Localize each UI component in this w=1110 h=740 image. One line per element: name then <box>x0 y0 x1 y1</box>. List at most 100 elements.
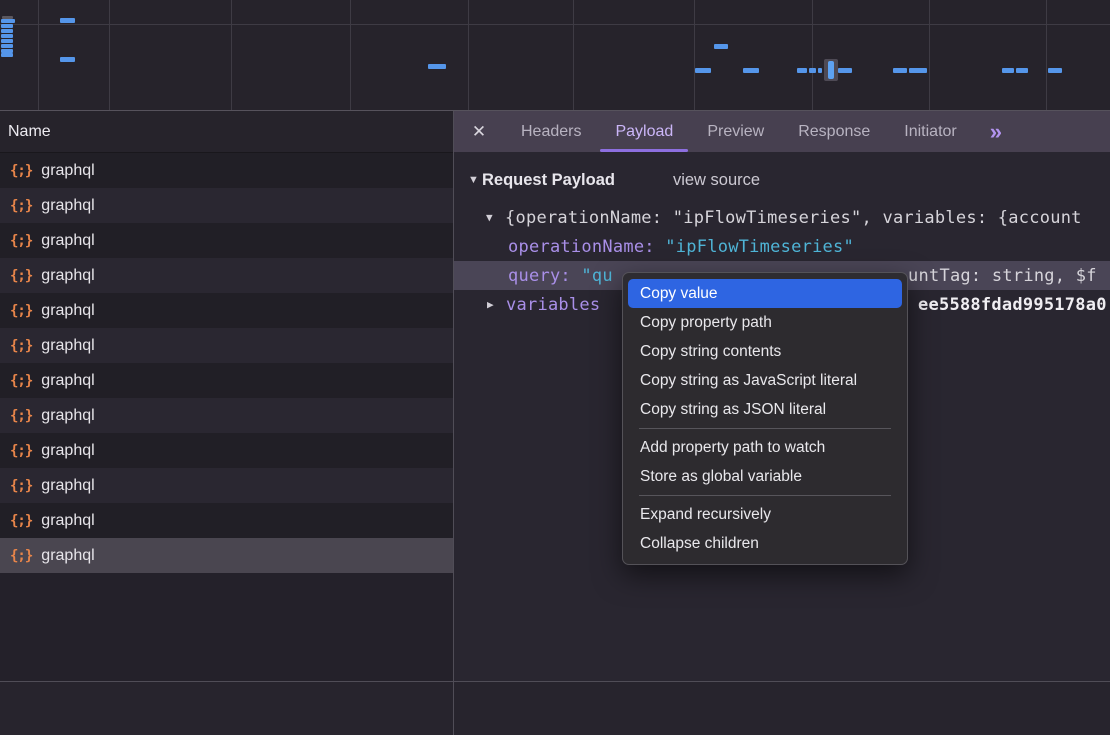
tab-payload[interactable]: Payload <box>598 111 690 152</box>
request-name: graphql <box>41 232 94 250</box>
timeline-request-bar <box>893 68 907 73</box>
request-row[interactable]: {;} graphql <box>0 363 453 398</box>
tab-headers[interactable]: Headers <box>504 111 598 152</box>
tree-row-operation-name[interactable]: operationName: "ipFlowTimeseries" <box>454 232 1110 261</box>
json-braces-icon: {;} <box>10 443 32 459</box>
close-detail-button[interactable]: ✕ <box>454 111 504 152</box>
collapse-arrow-icon[interactable]: ▶ <box>487 298 501 311</box>
request-list: {;} graphql {;} graphql {;} graphql {;} graphql… <box>0 153 453 573</box>
timeline-request-bar <box>60 57 75 62</box>
detail-tabs: HeadersPayloadPreviewResponseInitiator <box>504 111 974 152</box>
detail-panel-footer <box>454 681 1110 735</box>
timeline-request-bar <box>838 68 852 73</box>
tab-initiator[interactable]: Initiator <box>887 111 973 152</box>
menu-item-add-property-path-to-watch[interactable]: Add property path to watch <box>628 433 902 462</box>
request-row[interactable]: {;} graphql <box>0 153 453 188</box>
expand-arrow-icon[interactable]: ▼ <box>486 211 500 224</box>
json-braces-icon: {;} <box>10 198 32 214</box>
timeline-gridline <box>929 0 930 110</box>
chevron-double-right-icon: » <box>990 119 1002 145</box>
json-braces-icon: {;} <box>10 478 32 494</box>
request-name: graphql <box>41 512 94 530</box>
request-list-panel: Name {;}graphql{;}graphql{;}graphql{;}gr… <box>0 111 454 735</box>
timeline-request-bar <box>1016 68 1028 73</box>
timeline-request-bar <box>1002 68 1014 73</box>
json-braces-icon: {;} <box>10 408 32 424</box>
request-row[interactable]: {;} graphql <box>0 538 453 573</box>
request-row[interactable]: {;} graphql <box>0 188 453 223</box>
timeline-request-bar <box>1 53 13 57</box>
json-braces-icon: {;} <box>10 268 32 284</box>
tree-row-root-preview[interactable]: ▼ {operationName: "ipFlowTimeseries", va… <box>454 203 1110 232</box>
close-icon: ✕ <box>472 122 486 142</box>
tab-response[interactable]: Response <box>781 111 887 152</box>
request-row[interactable]: {;} graphql <box>0 328 453 363</box>
request-payload-section-header: ▼ Request Payload view source <box>454 165 1110 195</box>
timeline-request-bar <box>1 39 13 43</box>
timeline-request-bar <box>1048 68 1062 73</box>
json-braces-icon: {;} <box>10 338 32 354</box>
request-row[interactable]: {;} graphql <box>0 293 453 328</box>
property-value-tail: untTag: string, $f <box>908 266 1097 286</box>
timeline-gridline <box>231 0 232 110</box>
timeline-request-bar <box>60 18 75 23</box>
tab-preview[interactable]: Preview <box>690 111 781 152</box>
json-braces-icon: {;} <box>10 303 32 319</box>
menu-item-copy-string-contents[interactable]: Copy string contents <box>628 337 902 366</box>
request-row[interactable]: {;} graphql <box>0 468 453 503</box>
more-tabs-button[interactable]: » <box>974 111 1018 152</box>
timeline-request-bar <box>1 19 15 23</box>
menu-item-expand-recursively[interactable]: Expand recursively <box>628 500 902 529</box>
menu-item-copy-value[interactable]: Copy value <box>628 279 902 308</box>
timeline-gridline <box>468 0 469 110</box>
property-key: query: <box>508 266 581 286</box>
menu-separator <box>639 495 891 496</box>
timeline-gridline <box>812 0 813 110</box>
view-source-link[interactable]: view source <box>673 171 760 190</box>
network-overview-timeline[interactable] <box>0 0 1110 111</box>
menu-item-copy-property-path[interactable]: Copy property path <box>628 308 902 337</box>
request-name: graphql <box>41 337 94 355</box>
context-menu: Copy valueCopy property pathCopy string … <box>622 272 908 565</box>
request-row[interactable]: {;}graphql <box>0 503 453 538</box>
property-value: "ipFlowTimeseries" <box>665 237 854 257</box>
timeline-request-bar <box>809 68 816 73</box>
menu-item-store-as-global-variable[interactable]: Store as global variable <box>628 462 902 491</box>
request-row[interactable]: {;} graphql <box>0 223 453 258</box>
request-name: graphql <box>41 407 94 425</box>
property-key: operationName: <box>508 237 665 257</box>
json-braces-icon: {;} <box>10 548 32 564</box>
request-name: graphql <box>41 302 94 320</box>
devtools-network-panel: Name {;}graphql{;}graphql{;}graphql{;}gr… <box>0 0 1110 740</box>
json-braces-icon: {;} <box>10 373 32 389</box>
network-main-split: Name {;}graphql{;}graphql{;}graphql{;}gr… <box>0 111 1110 735</box>
section-expand-icon[interactable]: ▼ <box>468 174 482 186</box>
request-row[interactable]: {;} graphql <box>0 398 453 433</box>
request-name: graphql <box>41 267 94 285</box>
request-list-footer <box>0 681 453 735</box>
timeline-request-bar <box>695 68 711 73</box>
request-name: graphql <box>41 197 94 215</box>
request-name: graphql <box>41 162 94 180</box>
name-column-header[interactable]: Name <box>0 111 453 153</box>
property-key: variables <box>506 295 600 315</box>
detail-tab-bar: ✕ HeadersPayloadPreviewResponseInitiator… <box>454 111 1110 152</box>
property-value-start: "qu <box>581 266 612 286</box>
timeline-request-bar <box>909 68 927 73</box>
name-column-label: Name <box>8 123 51 141</box>
request-row[interactable]: {;}graphql <box>0 433 453 468</box>
request-name: graphql <box>41 477 94 495</box>
json-braces-icon: {;} <box>10 163 32 179</box>
request-row[interactable]: {;} graphql <box>0 258 453 293</box>
request-name: graphql <box>41 372 94 390</box>
timeline-request-bar <box>1 44 13 48</box>
menu-item-copy-string-as-javascript-literal[interactable]: Copy string as JavaScript literal <box>628 366 902 395</box>
timeline-request-bar <box>743 68 759 73</box>
request-name: graphql <box>41 547 94 565</box>
timeline-gridline <box>109 0 110 110</box>
menu-item-collapse-children[interactable]: Collapse children <box>628 529 902 558</box>
timeline-gridline <box>694 0 695 110</box>
timeline-gridline <box>0 24 1110 25</box>
json-braces-icon: {;} <box>10 233 32 249</box>
menu-item-copy-string-as-json-literal[interactable]: Copy string as JSON literal <box>628 395 902 424</box>
